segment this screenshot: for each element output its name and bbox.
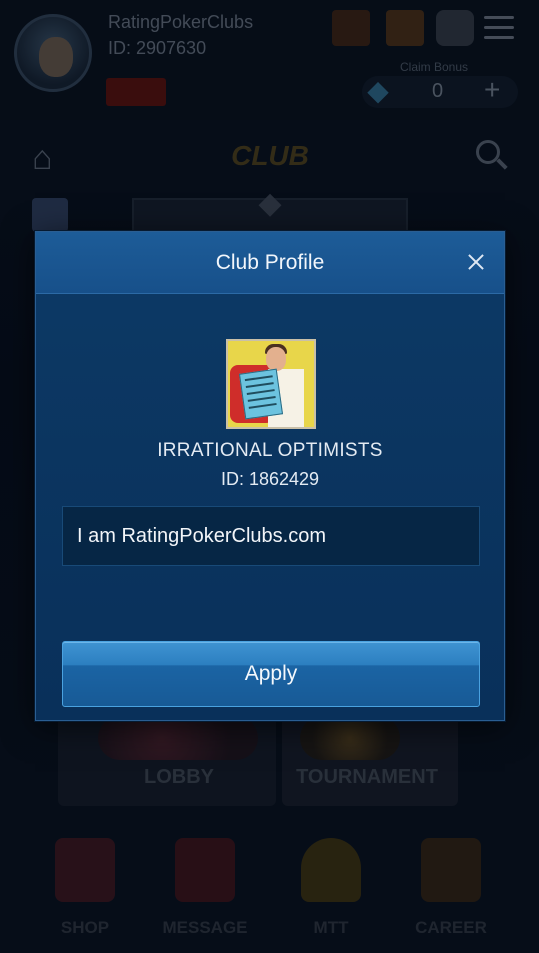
dialog-title: Club Profile [215,251,325,274]
club-name: IRRATIONAL OPTIMISTS [157,440,383,461]
club-description-box: I am RatingPokerClubs.com [62,506,480,566]
close-icon[interactable] [460,246,492,278]
club-description: I am RatingPokerClubs.com [77,525,326,547]
club-profile-dialog: Club Profile IRRATIONAL OPTIMISTS ID: 18… [35,231,505,721]
dialog-header: Club Profile [36,232,504,294]
club-logo [226,339,316,429]
club-id: ID: 1862429 [220,469,320,489]
apply-button[interactable]: Apply [62,641,480,707]
apply-button-label: Apply [244,662,298,685]
